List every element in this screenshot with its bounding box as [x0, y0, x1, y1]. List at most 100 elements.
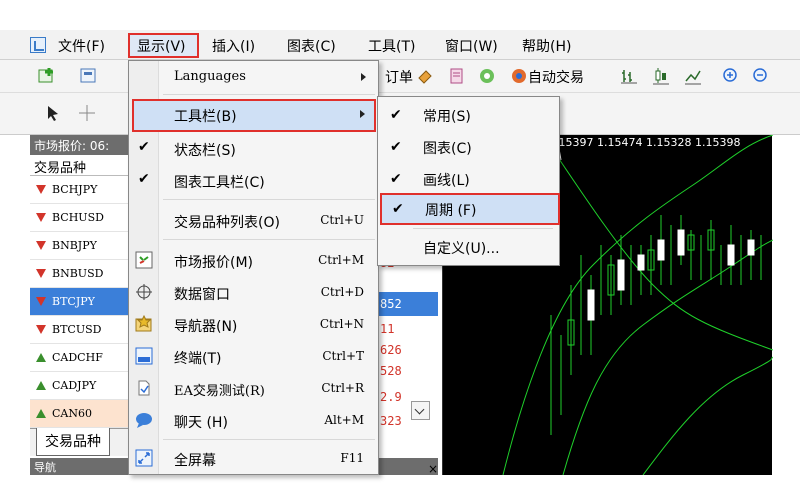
crosshair-tool-icon[interactable]	[78, 104, 96, 122]
menu-item-toolbars[interactable]: 工具栏(B)	[132, 99, 376, 132]
submenu-item-label: 周期 (F)	[425, 203, 477, 219]
menu-item-label: 全屏幕	[174, 453, 216, 469]
menu-item-label: 导航器(N)	[174, 319, 238, 335]
menu-view-label[interactable]: 显示(V)	[137, 36, 186, 56]
table-row[interactable]: BTCUSD	[30, 316, 137, 344]
tab-symbols[interactable]: 交易品种	[36, 428, 110, 456]
new-chart-icon[interactable]	[38, 67, 56, 85]
quote-value: 2.9	[380, 390, 402, 404]
submenu-item-label: 画线(L)	[423, 173, 470, 189]
arrow-down-icon	[36, 185, 46, 194]
symbol-name: BTCUSD	[52, 323, 102, 336]
submenu-item-line-studies[interactable]: ✔ 画线(L)	[378, 163, 559, 195]
submenu-item-customize[interactable]: 自定义(U)...	[378, 231, 559, 263]
menu-item-data-window[interactable]: 数据窗口 Ctrl+D	[129, 277, 378, 307]
menu-item-languages[interactable]: Languages	[129, 62, 378, 92]
menu-item-market-watch[interactable]: 市场报价(M) Ctrl+M	[129, 245, 378, 275]
table-row[interactable]: BTCJPY	[30, 288, 137, 316]
menu-separator	[163, 94, 375, 95]
symbol-name: BNBJPY	[52, 239, 97, 252]
menu-item-shortcut: Ctrl+U	[320, 213, 364, 227]
menu-item-shortcut: Ctrl+T	[322, 349, 364, 363]
menu-insert[interactable]: 插入(I)	[212, 36, 255, 56]
candlestick-icon[interactable]	[652, 67, 670, 85]
zoom-in-icon[interactable]	[722, 67, 740, 85]
menu-window[interactable]: 窗口(W)	[445, 36, 498, 56]
table-row[interactable]: BCHJPY	[30, 176, 137, 204]
menu-file[interactable]: 文件(F)	[58, 36, 105, 56]
new-order-button[interactable]: 订单	[385, 67, 413, 87]
quote-column: 82 852 11 626 528 2.9 323	[378, 250, 438, 428]
menu-item-terminal[interactable]: 终端(T) Ctrl+T	[129, 341, 378, 371]
arrow-down-icon	[36, 269, 46, 278]
submenu-item-periods[interactable]: ✔ 周期 (F)	[380, 193, 560, 225]
menu-item-shortcut: F11	[340, 451, 364, 465]
symbol-name: CADJPY	[52, 379, 97, 392]
menu-tools[interactable]: 工具(T)	[368, 36, 415, 56]
quote-value: 852	[380, 297, 402, 311]
arrow-up-icon	[36, 381, 46, 390]
menubar: 文件(F) 显示(V) 插入(I) 图表(C) 工具(T) 窗口(W) 帮助(H…	[0, 30, 800, 60]
market-watch-panel: 市场报价: 06: 交易品种 BCHJPY BCHUSD BNBJPY BNBUSD B…	[30, 135, 138, 465]
quote-value: 528	[380, 364, 402, 378]
menu-item-status-bar[interactable]: ✔ 状态栏(S)	[129, 133, 378, 163]
submenu-item-standard[interactable]: ✔ 常用(S)	[378, 99, 559, 131]
menu-item-symbols-list[interactable]: 交易品种列表(O) Ctrl+U	[129, 205, 378, 235]
table-row[interactable]: CADCHF	[30, 344, 137, 372]
bar-chart-icon[interactable]	[620, 67, 638, 85]
check-icon: ✔	[390, 107, 402, 123]
fullscreen-icon	[135, 449, 153, 467]
cursor-icon[interactable]	[44, 104, 62, 122]
menu-item-chart-toolbar[interactable]: ✔ 图表工具栏(C)	[129, 165, 378, 195]
quote-value: 323	[380, 414, 402, 428]
menu-item-shortcut: Ctrl+D	[320, 285, 364, 299]
menu-item-strategy-tester[interactable]: EA交易测试(R) Ctrl+R	[129, 373, 378, 403]
submenu-arrow-icon	[360, 110, 365, 118]
menu-charts[interactable]: 图表(C)	[287, 36, 336, 56]
toolbars-submenu: ✔ 常用(S) ✔ 图表(C) ✔ 画线(L) ✔ 周期 (F) 自定义(U).…	[377, 96, 560, 266]
table-row[interactable]: BNBJPY	[30, 232, 137, 260]
menu-item-fullscreen[interactable]: 全屏幕 F11	[129, 443, 378, 473]
menu-item-label: 图表工具栏(C)	[174, 175, 265, 191]
profiles-icon[interactable]	[80, 67, 98, 85]
scroll-down-button[interactable]	[411, 401, 430, 420]
check-icon: ✔	[138, 171, 150, 187]
symbol-name: CADCHF	[52, 351, 103, 364]
menu-item-label: 工具栏(B)	[174, 109, 237, 125]
table-row[interactable]: CAN60	[30, 400, 137, 428]
menu-item-chat[interactable]: 聊天 (H) Alt+M	[129, 405, 378, 435]
arrow-down-icon	[36, 241, 46, 250]
line-chart-icon[interactable]	[684, 67, 702, 85]
table-row[interactable]: CADJPY	[30, 372, 137, 400]
submenu-arrow-icon	[361, 73, 366, 81]
market-watch-icon	[135, 251, 153, 269]
menu-help[interactable]: 帮助(H)	[522, 36, 571, 56]
terminal-icon	[135, 347, 153, 365]
menu-item-navigator[interactable]: 导航器(N) Ctrl+N	[129, 309, 378, 339]
menu-item-label: 状态栏(S)	[174, 143, 236, 159]
quote-value: 11	[380, 322, 395, 336]
symbol-column-header[interactable]: 交易品种	[30, 155, 137, 176]
table-row[interactable]: BNBUSD	[30, 260, 137, 288]
history-icon[interactable]	[448, 67, 466, 85]
symbol-name: BCHUSD	[52, 211, 104, 224]
table-row[interactable]: BCHUSD	[30, 204, 137, 232]
auto-trading-button[interactable]: 自动交易	[528, 67, 584, 87]
arrow-up-icon	[36, 353, 46, 362]
app-icon	[30, 37, 46, 53]
menu-item-label: 交易品种列表(O)	[174, 215, 280, 231]
close-icon[interactable]: ×	[428, 462, 438, 476]
signals-icon[interactable]	[478, 67, 496, 85]
submenu-item-charts[interactable]: ✔ 图表(C)	[378, 131, 559, 163]
symbol-name: BCHJPY	[52, 183, 98, 196]
check-icon: ✔	[390, 139, 402, 155]
zoom-out-icon[interactable]	[752, 67, 770, 85]
menu-separator	[163, 199, 375, 200]
crosshair-icon	[136, 284, 152, 300]
auto-trading-icon[interactable]	[510, 67, 528, 85]
symbol-name: BNBUSD	[52, 267, 104, 280]
view-menu: Languages 工具栏(B) ✔ 状态栏(S) ✔ 图表工具栏(C) 交易品…	[128, 60, 379, 475]
symbol-name: BTCJPY	[52, 295, 95, 308]
eraser-icon[interactable]	[416, 67, 434, 85]
market-watch-tabs: 交易品种	[30, 428, 138, 456]
